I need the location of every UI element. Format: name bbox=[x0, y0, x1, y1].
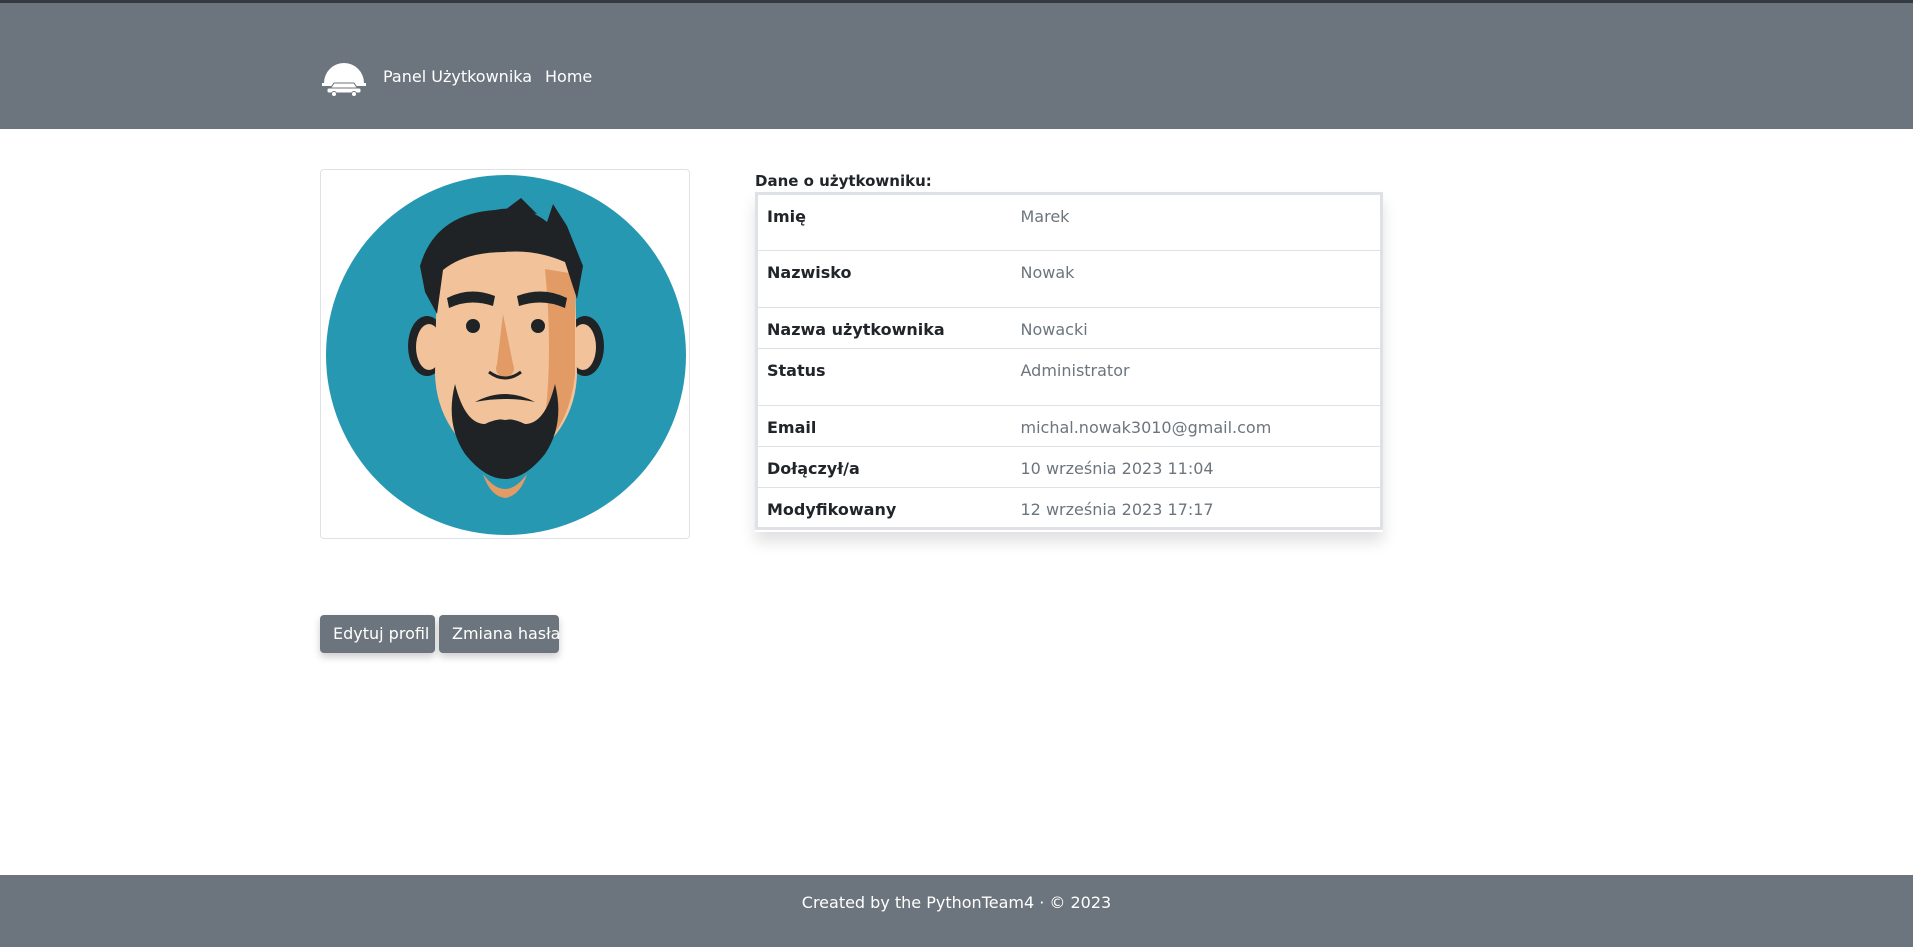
row-value-joined: 10 września 2023 11:04 bbox=[1011, 446, 1382, 488]
change-password-button[interactable]: Zmiana hasła bbox=[439, 615, 560, 653]
avatar-card bbox=[320, 169, 690, 539]
nav-brand-link[interactable]: Panel Użytkownika bbox=[383, 67, 532, 86]
row-label-first-name: Imię bbox=[767, 207, 806, 226]
table-row: Modyfikowany 12 września 2023 17:17 bbox=[756, 487, 1382, 529]
footer-text: Created by the PythonTeam4 · © 2023 bbox=[801, 893, 1112, 912]
user-data-heading: Dane o użytkowniku: bbox=[755, 172, 932, 190]
table-row: Nazwa użytkownika Nowacki bbox=[756, 307, 1382, 349]
row-label-joined: Dołączył/a bbox=[756, 446, 1012, 488]
row-value-username: Nowacki bbox=[1011, 307, 1382, 349]
row-value-status: Administrator bbox=[1011, 348, 1382, 406]
nav-home-link[interactable]: Home bbox=[545, 67, 592, 86]
cloud-car-logo-icon[interactable] bbox=[322, 59, 366, 97]
table-row: Status Administrator bbox=[756, 348, 1382, 406]
footer: Created by the PythonTeam4 · © 2023 bbox=[0, 875, 1913, 947]
row-label-modified: Modyfikowany bbox=[756, 487, 1012, 529]
table-row: Nazwisko Nowak bbox=[756, 250, 1382, 308]
user-data-panel: Imię Marek Nazwisko Nowak Nazwa użytkown… bbox=[755, 192, 1383, 532]
edit-profile-button[interactable]: Edytuj profil bbox=[320, 615, 435, 653]
row-value-first-name: Marek bbox=[1020, 207, 1070, 226]
row-value-last-name: Nowak bbox=[1011, 250, 1382, 308]
table-row: Email michal.nowak3010@gmail.com bbox=[756, 405, 1382, 447]
row-value-email: michal.nowak3010@gmail.com bbox=[1011, 405, 1382, 447]
top-navbar: Panel Użytkownika Home bbox=[0, 3, 1913, 129]
row-label-username: Nazwa użytkownika bbox=[756, 307, 1012, 349]
row-label-email: Email bbox=[756, 405, 1012, 447]
table-row: Imię Marek bbox=[757, 194, 1382, 251]
row-label-last-name: Nazwisko bbox=[756, 250, 1012, 308]
avatar bbox=[326, 175, 686, 535]
row-value-modified: 12 września 2023 17:17 bbox=[1011, 487, 1382, 529]
row-label-status: Status bbox=[756, 348, 1012, 406]
table-row: Dołączył/a 10 września 2023 11:04 bbox=[756, 446, 1382, 488]
user-data-table: Imię Marek Nazwisko Nowak Nazwa użytkown… bbox=[755, 192, 1383, 530]
